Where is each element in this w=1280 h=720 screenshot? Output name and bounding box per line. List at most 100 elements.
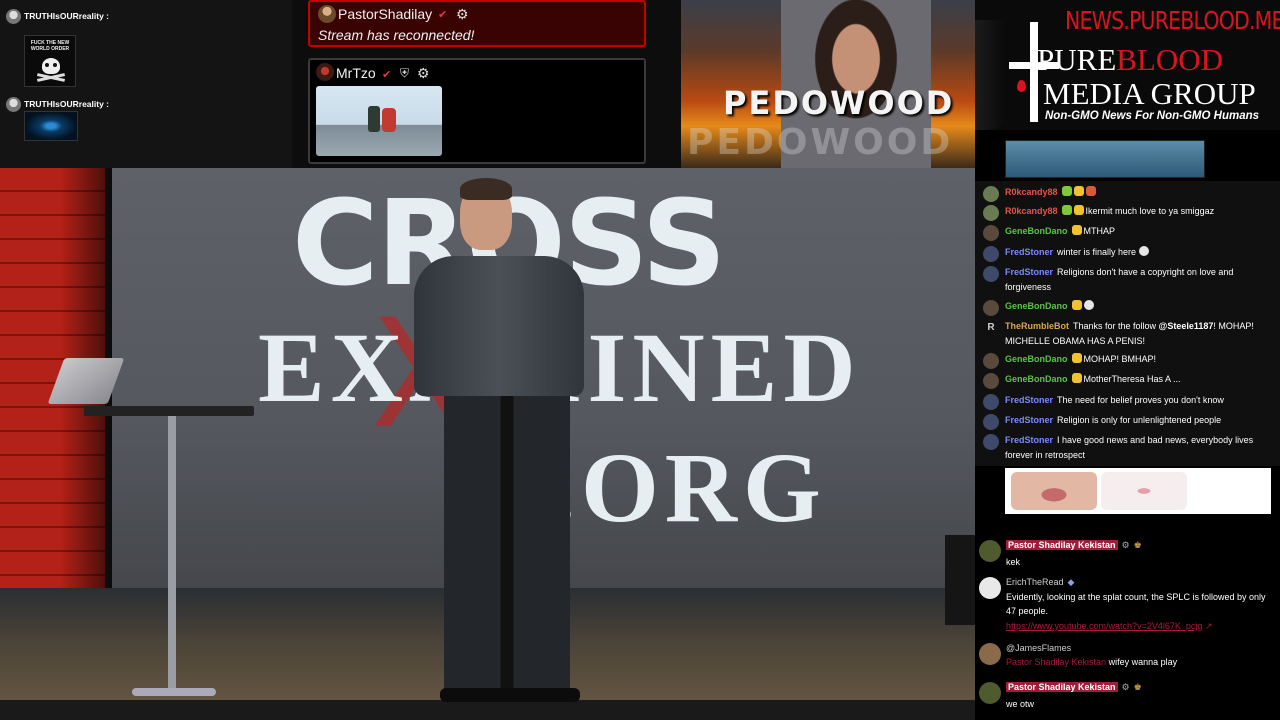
- bot-avatar[interactable]: R: [983, 320, 999, 336]
- avatar[interactable]: [983, 434, 999, 450]
- avatar[interactable]: [979, 577, 1001, 599]
- logo-tagline: Non-GMO News For Non-GMO Humans: [1045, 110, 1260, 122]
- chat-username[interactable]: GeneBonDano: [1005, 301, 1068, 311]
- avatar[interactable]: [979, 540, 1001, 562]
- avatar[interactable]: [983, 414, 999, 430]
- alerts-panel: PastorShadilay ✔ ⚙ Stream has reconnecte…: [292, 0, 681, 168]
- avatar[interactable]: [318, 5, 336, 23]
- speaker-hair: [460, 178, 512, 200]
- gif-figure: [368, 106, 380, 132]
- badge-icon: [1071, 300, 1082, 310]
- chat-username[interactable]: @JamesFlames: [1006, 643, 1071, 653]
- check-icon: ✔: [382, 69, 392, 81]
- chat-text: Religion is only for unlenlightened peop…: [1057, 415, 1222, 425]
- chat-username[interactable]: FredStoner: [1005, 395, 1053, 405]
- chat-username[interactable]: Pastor Shadilay Kekistan: [1006, 540, 1118, 550]
- promo-image: PEDOWOOD PEDOWOOD: [681, 0, 975, 168]
- external-link-icon[interactable]: ↗: [1202, 621, 1213, 631]
- top-left-chat-panel: TRUTHIsOURreality : FUCK THE NEW WORLD O…: [0, 0, 292, 168]
- avatar[interactable]: [6, 9, 21, 24]
- badge-icon: [1073, 186, 1084, 196]
- avatar[interactable]: [983, 353, 999, 369]
- badge-icon: [1071, 353, 1082, 363]
- chat-message: R TheRumbleBot Thanks for the follow @Ste…: [983, 319, 1273, 349]
- chat-username[interactable]: ErichTheRead: [1006, 577, 1064, 587]
- skull-image[interactable]: FUCK THE NEW WORLD ORDER: [24, 35, 76, 87]
- chat-message: GeneBonDano MotherTheresa Has A ...: [983, 372, 1273, 389]
- avatar[interactable]: [979, 643, 1001, 665]
- avatar[interactable]: [983, 373, 999, 389]
- alert-message: Stream has reconnected!: [318, 27, 475, 43]
- promo-title-shadow: PEDOWOOD: [687, 122, 954, 163]
- logo-line2: MEDIA GROUP: [1043, 76, 1256, 111]
- badge-icon: [1071, 225, 1082, 235]
- stage-edge: [0, 700, 975, 720]
- logo-line1-blood: BLOOD: [1116, 42, 1224, 77]
- main-video[interactable]: CROSS X EXAMINED .ORG: [0, 168, 975, 720]
- alert-username[interactable]: MrTzo: [336, 65, 376, 81]
- chat-mention[interactable]: @Steele1187: [1159, 321, 1214, 331]
- avatar[interactable]: [316, 63, 334, 81]
- crown-icon: ♚: [1133, 540, 1142, 550]
- chat-username[interactable]: FredStoner: [1005, 247, 1053, 257]
- table-top: [84, 406, 254, 416]
- chat-text: winter is finally here: [1057, 247, 1137, 257]
- shield-shape: [975, 20, 1005, 130]
- chat-username[interactable]: GeneBonDano: [1005, 374, 1068, 384]
- chat-username[interactable]: GeneBonDano: [1005, 226, 1068, 236]
- chat-username[interactable]: TheRumbleBot: [1005, 321, 1069, 331]
- gear-icon[interactable]: ⚙: [456, 6, 469, 23]
- chat-message: R0kcandy88: [983, 185, 1273, 202]
- chat-username[interactable]: FredStoner: [1005, 415, 1053, 425]
- reconnect-alert: PastorShadilay ✔ ⚙ Stream has reconnecte…: [308, 0, 646, 47]
- snowman-emote-icon: [1138, 246, 1149, 256]
- snowman-emote-icon: [1083, 300, 1094, 310]
- tl-chat-username[interactable]: TRUTHIsOURreality :: [24, 11, 109, 21]
- gear-icon[interactable]: ⚙: [417, 65, 430, 82]
- avatar[interactable]: [983, 266, 999, 282]
- skull-icon: [42, 58, 60, 74]
- avatar[interactable]: [983, 225, 999, 241]
- chat-message: GeneBonDano: [983, 299, 1273, 316]
- chat-username[interactable]: GeneBonDano: [1005, 354, 1068, 364]
- gear-icon: ⚙: [1121, 682, 1130, 692]
- video-edge-panel: [945, 535, 975, 625]
- chat-text: Ikermit much love to ya smiggaz: [1085, 206, 1215, 216]
- gif-figure: [382, 108, 396, 132]
- media-gif[interactable]: [316, 86, 442, 156]
- chat-message: Pastor Shadilay Kekistan ⚙ ♚ kek: [979, 538, 1275, 569]
- table-base: [132, 688, 216, 696]
- chat-link[interactable]: https://www.youtube.com/watch?v=2V4l67K_…: [1006, 621, 1202, 631]
- emote-icon: [1085, 186, 1096, 196]
- chat-message: FredStoner Religion is only for unlenligh…: [983, 413, 1273, 430]
- reply-username[interactable]: Pastor Shadilay Kekistan: [1006, 657, 1106, 667]
- chat-image[interactable]: [1005, 468, 1271, 514]
- chat-username[interactable]: Pastor Shadilay Kekistan: [1006, 682, 1118, 692]
- avatar[interactable]: [979, 682, 1001, 704]
- chat-username[interactable]: R0kcandy88: [1005, 206, 1058, 216]
- avatar[interactable]: [983, 186, 999, 202]
- avatar[interactable]: [983, 394, 999, 410]
- tl-chat-username[interactable]: TRUTHIsOURreality :: [24, 99, 109, 109]
- chat-image[interactable]: [24, 111, 78, 141]
- chat-image-frame: [1101, 472, 1187, 510]
- chat-message: R0kcandy88 Ikermit much love to ya smigga…: [983, 204, 1273, 221]
- chat-text: Thanks for the follow: [1073, 321, 1159, 331]
- avatar[interactable]: [983, 300, 999, 316]
- avatar[interactable]: [983, 246, 999, 262]
- chat-text: we otw: [1006, 699, 1035, 709]
- chat-message: FredStoner The need for belief proves you…: [983, 393, 1273, 410]
- chat-panel: R0kcandy88 R0kcandy88 Ikermit much love t…: [975, 181, 1280, 466]
- badge-icon: [1061, 205, 1072, 215]
- diamond-icon: ◆: [1067, 577, 1075, 587]
- chat-message: GeneBonDano MTHAP: [983, 224, 1273, 241]
- chat-username[interactable]: FredStoner: [1005, 267, 1053, 277]
- avatar[interactable]: [6, 97, 21, 112]
- chat-username[interactable]: FredStoner: [1005, 435, 1053, 445]
- chat-image[interactable]: [1005, 140, 1205, 178]
- chat-message: Pastor Shadilay Kekistan ⚙ ♚ we otw: [979, 680, 1275, 711]
- alert-username[interactable]: PastorShadilay: [338, 6, 432, 22]
- avatar[interactable]: [983, 205, 999, 221]
- bot-badge: R: [987, 322, 995, 333]
- chat-username[interactable]: R0kcandy88: [1005, 187, 1058, 197]
